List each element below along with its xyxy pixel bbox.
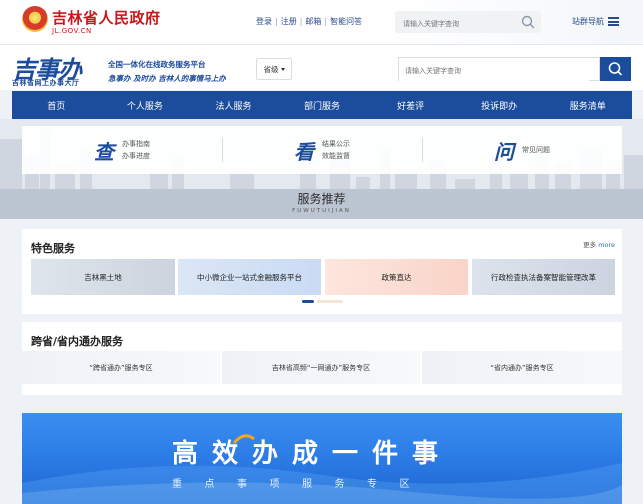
national-emblem-icon: [22, 6, 48, 32]
feature-card-inspection-reform[interactable]: 行政检查执法备案智能管理改革: [472, 259, 615, 295]
feature-card-sme-finance[interactable]: 中小微企业一站式金融服务平台: [178, 259, 321, 295]
smart-qa-link[interactable]: 智能问答: [330, 16, 362, 27]
separator: |: [324, 17, 328, 26]
quick-query[interactable]: 查 办事指南 办事进度: [22, 126, 222, 174]
slogan-line-2: 急事办 及时办 吉林人的事情马上办: [108, 74, 226, 83]
intra-province-zone[interactable]: “省内通办”服务专区: [422, 351, 622, 384]
top-links: 登录 | 注册 | 邮箱 | 智能问答: [256, 16, 362, 27]
carousel-indicator: [302, 300, 343, 303]
efficiency-supervision-link[interactable]: 效能监督: [322, 150, 350, 162]
zone-label: 吉林省高频“一网通办”服务专区: [271, 363, 371, 372]
zone-label: “跨省通办”服务专区: [89, 363, 153, 372]
featured-services-panel: 特色服务 更多 more 吉林黑土地 中小微企业一站式金融服务平台 政策直达 行…: [22, 229, 622, 314]
quick-view[interactable]: 看 结果公示 效能监督: [222, 126, 422, 174]
quick-query-links: 办事指南 办事进度: [122, 138, 150, 162]
login-link[interactable]: 登录: [256, 16, 272, 27]
guide-link[interactable]: 办事指南: [122, 138, 150, 150]
faq-link[interactable]: 常见问题: [522, 144, 550, 156]
register-link[interactable]: 注册: [281, 16, 297, 27]
query-glyph-icon: 查: [94, 139, 114, 164]
site-nav-label: 站群导航: [572, 17, 604, 26]
carousel-dot-active[interactable]: [302, 300, 314, 303]
banner-title: 高效办成一件事: [172, 439, 453, 469]
region-select[interactable]: 省级: [256, 58, 292, 80]
hamburger-menu-icon: [608, 17, 619, 26]
featured-services-title: 特色服务: [31, 242, 75, 255]
feature-card-label: 中小微企业一站式金融服务平台: [197, 272, 302, 282]
progress-link[interactable]: 办事进度: [122, 150, 150, 162]
top-search-input[interactable]: [395, 13, 505, 35]
cross-province-title: 跨省/省内通办服务: [31, 335, 124, 348]
region-select-value: 省级: [263, 64, 279, 74]
feature-card-black-soil[interactable]: 吉林黑土地: [31, 259, 175, 295]
slogan-line-1: 全国一体化在线政务服务平台: [108, 60, 206, 69]
portal-header: 吉事办 吉林省网上办事大厅 全国一体化在线政务服务平台 急事办 及时办 吉林人的…: [0, 44, 643, 90]
caret-down-icon: [280, 67, 285, 71]
ask-glyph-icon: 问: [494, 139, 514, 164]
cross-province-zone[interactable]: “跨省通办”服务专区: [22, 351, 220, 384]
services-section-title: 服务推荐: [297, 192, 346, 206]
more-link-en: more: [598, 241, 615, 249]
carousel-dot[interactable]: [317, 300, 343, 303]
zone-label: “省内通办”服务专区: [490, 363, 554, 372]
result-publicity-link[interactable]: 结果公示: [322, 138, 350, 150]
main-navigation: 首页 个人服务 法人服务 部门服务 好差评 投诉即办 服务清单: [12, 91, 632, 119]
banner-subtitle: 重点事项服务专区: [172, 479, 432, 490]
search-icon: [608, 62, 623, 76]
site-nav-menu[interactable]: 站群导航: [572, 16, 619, 27]
feature-card-policy-direct[interactable]: 政策直达: [325, 259, 468, 295]
feature-card-label: 政策直达: [381, 272, 412, 282]
quick-ask[interactable]: 问 常见问题: [422, 126, 622, 174]
government-domain: JL.GOV.CN: [52, 27, 92, 35]
services-section-subtitle: FUWUTUIJIAN: [292, 208, 351, 214]
nav-department-services[interactable]: 部门服务: [278, 91, 367, 119]
government-top-bar: 吉林省人民政府 JL.GOV.CN 登录 | 注册 | 邮箱 | 智能问答 站群…: [0, 0, 643, 44]
nav-personal-services[interactable]: 个人服务: [101, 91, 190, 119]
feature-card-label: 行政检查执法备案智能管理改革: [491, 272, 596, 282]
nav-service-list[interactable]: 服务清单: [543, 91, 632, 119]
main-search-button[interactable]: [600, 57, 631, 81]
nav-corporate-services[interactable]: 法人服务: [189, 91, 278, 119]
mail-link[interactable]: 邮箱: [305, 16, 321, 27]
more-link[interactable]: 更多 more: [583, 239, 615, 249]
feature-card-label: 吉林黑土地: [84, 272, 122, 282]
one-network-zone[interactable]: 吉林省高频“一网通办”服务专区: [222, 351, 420, 384]
view-glyph-icon: 看: [294, 139, 314, 164]
search-icon[interactable]: [521, 15, 535, 29]
key-matters-banner[interactable]: 高效办成一件事 重点事项服务专区: [22, 413, 622, 504]
more-link-label: 更多: [583, 241, 597, 249]
separator: |: [275, 17, 278, 26]
top-search-box: [395, 11, 541, 35]
government-name[interactable]: 吉林省人民政府: [52, 7, 161, 28]
portal-logo-subtitle: 吉林省网上办事大厅: [12, 79, 80, 87]
main-search-box: [398, 57, 600, 82]
quick-ask-links: 常见问题: [522, 144, 550, 156]
quick-access-bar: 查 办事指南 办事进度 看 结果公示 效能监督 问 常见问题: [22, 126, 622, 174]
quick-view-links: 结果公示 效能监督: [322, 138, 350, 162]
main-search-input[interactable]: [399, 60, 589, 82]
nav-complaints[interactable]: 投诉即办: [455, 91, 544, 119]
separator: |: [299, 17, 303, 26]
nav-rating[interactable]: 好差评: [366, 91, 455, 119]
cross-province-panel: 跨省/省内通办服务 “跨省通办”服务专区 吉林省高频“一网通办”服务专区 “省内…: [22, 322, 622, 395]
nav-home[interactable]: 首页: [12, 91, 101, 119]
